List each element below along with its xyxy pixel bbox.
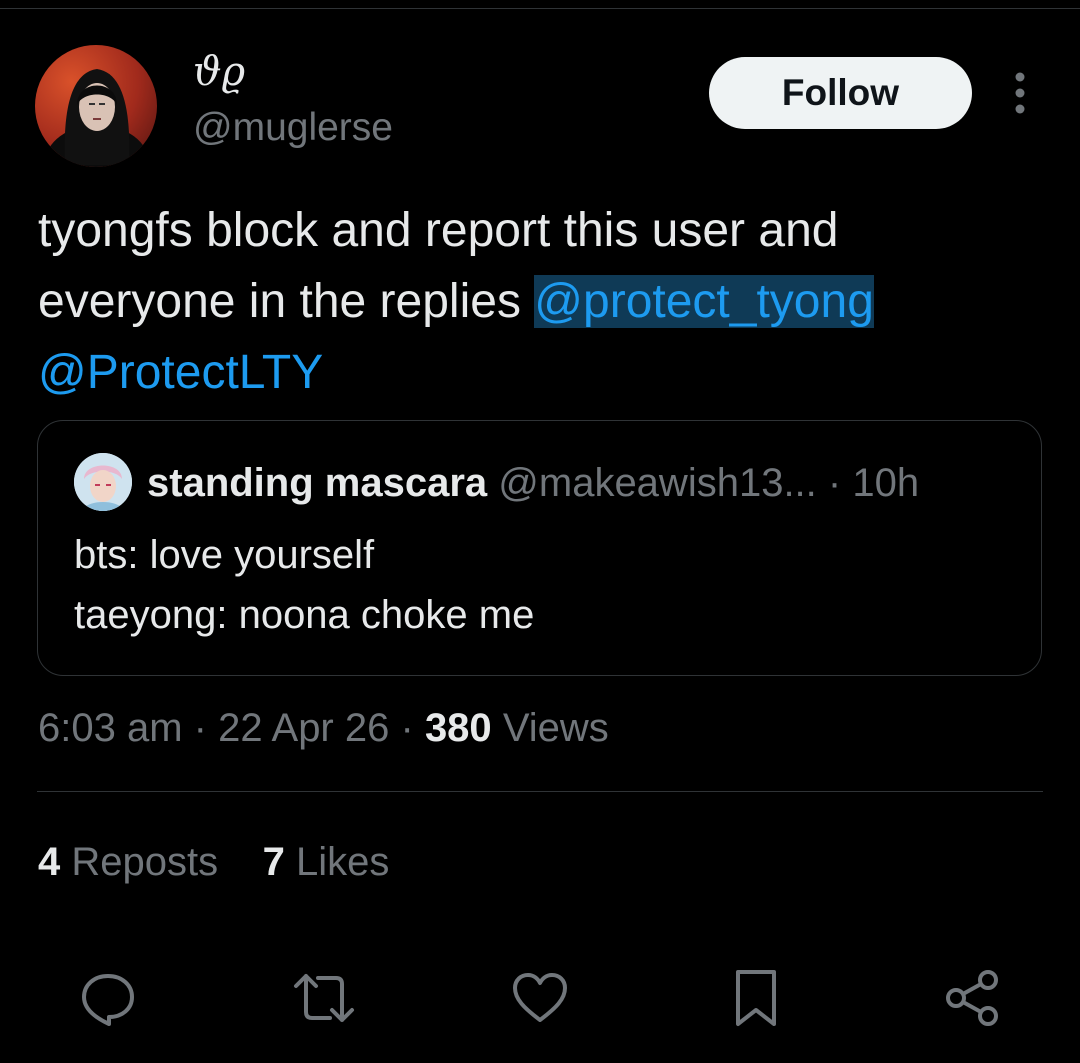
likes-label: Likes [295,840,390,884]
quoted-tweet-line: taeyong: noona choke me [74,593,535,637]
views-label: Views [502,706,609,750]
author-avatar[interactable] [35,45,157,167]
reposts-count: 4 [38,840,61,884]
quoted-author-avatar [74,453,132,511]
tweet-date[interactable]: 22 Apr 26 [218,706,389,750]
like-icon[interactable] [508,966,572,1030]
author-display-name[interactable]: ϑϱ [193,48,245,96]
reply-icon[interactable] [76,966,140,1030]
meta-separator: · [193,706,207,750]
tweet-time[interactable]: 6:03 am [38,706,183,750]
tweet-text: tyongfs block and report this user and e… [38,195,1048,408]
author-handle[interactable]: @muglerse [193,104,393,152]
tweet-meta: 6:03 am · 22 Apr 26 · 380 Views [38,702,609,754]
repost-icon[interactable] [292,966,356,1030]
likes-count: 7 [262,840,285,884]
quoted-author-handle: @makeawish13... [498,461,817,505]
top-divider [0,8,1080,9]
meta-separator: · [400,706,414,750]
quoted-tweet-time: · 10h [827,461,920,505]
more-options-icon[interactable] [1004,70,1036,116]
quoted-tweet-header: standing mascara @makeawish13... · 10h [147,457,919,509]
mention-link[interactable]: @protect_tyong [534,275,874,328]
share-icon[interactable] [940,966,1004,1030]
likes-stat[interactable]: 7 Likes [263,840,390,884]
engagement-stats: 4 Reposts 7 Likes [38,836,389,888]
reposts-stat[interactable]: 4 Reposts [38,840,218,884]
mention-link[interactable]: @ProtectLTY [38,346,323,399]
bookmark-icon[interactable] [724,966,788,1030]
follow-button[interactable]: Follow [709,57,972,129]
quoted-tweet-card[interactable]: standing mascara @makeawish13... · 10h b… [37,420,1042,676]
views-count: 380 [424,706,492,750]
divider [37,791,1043,792]
reposts-label: Reposts [71,840,219,884]
quoted-author-name[interactable]: standing mascara [147,461,487,505]
quoted-tweet-line: bts: love yourself [74,533,375,577]
